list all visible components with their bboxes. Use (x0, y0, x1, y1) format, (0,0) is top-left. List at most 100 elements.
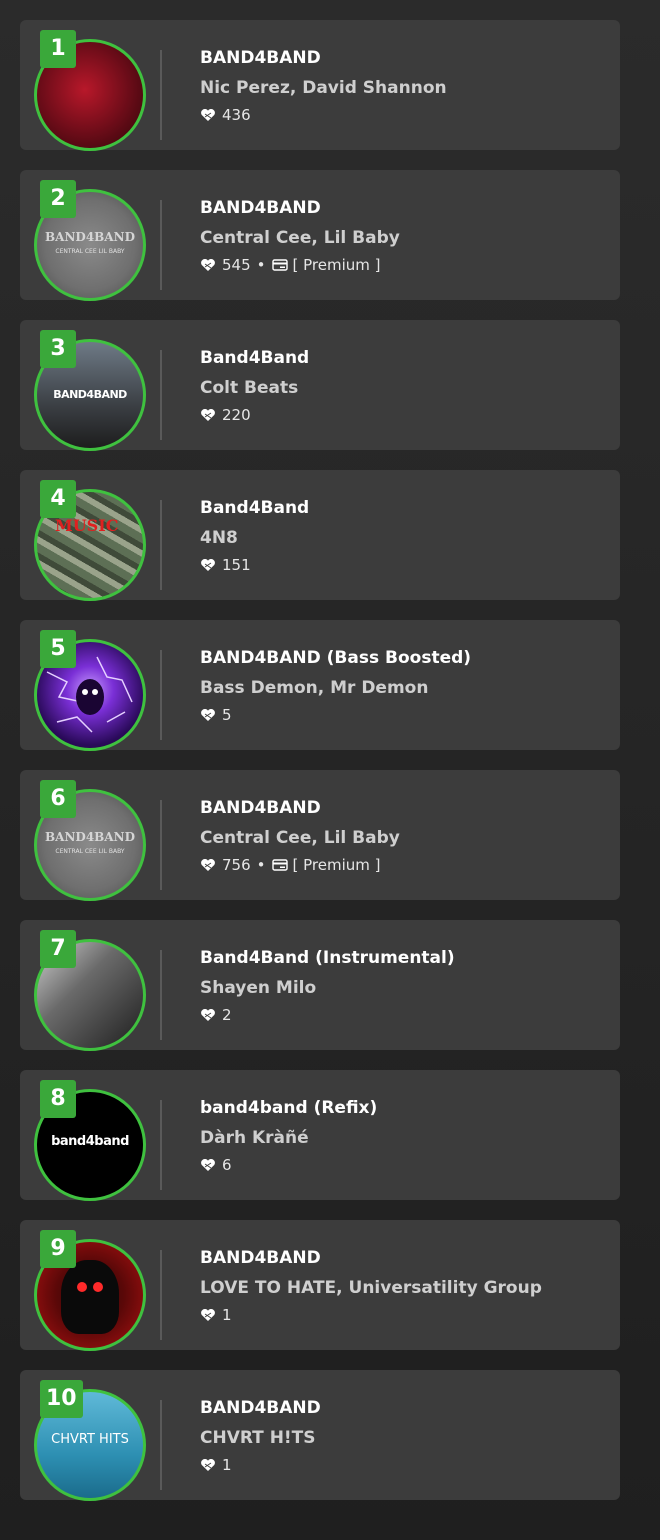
album-art-text: MUSIC (55, 516, 119, 535)
divider (160, 1250, 162, 1340)
card-icon (271, 859, 288, 871)
card-icon (271, 259, 288, 271)
likes-count: 756 (222, 856, 251, 874)
album-art-wrapper: BAND4BAND CENTRAL CEE LIL BABY 6 (34, 780, 146, 901)
track-info: BAND4BAND Nic Perez, David Shannon 436 (200, 47, 610, 125)
album-art-wrapper: 1 (34, 30, 146, 151)
rank-badge: 9 (40, 1230, 76, 1268)
heart-icon (201, 1459, 215, 1471)
likes-count: 151 (222, 556, 251, 574)
heart-icon (201, 1009, 215, 1021)
track-info: Band4Band Colt Beats 220 (200, 347, 610, 425)
track-artist[interactable]: Nic Perez, David Shannon (200, 77, 610, 99)
track-artist[interactable]: LOVE TO HATE, Universatility Group (200, 1277, 610, 1299)
heart-icon (201, 709, 215, 721)
track-artist[interactable]: Shayen Milo (200, 977, 610, 999)
track-meta: 2 (200, 1005, 610, 1025)
album-art-wrapper: CHVRT HITS 10 (34, 1380, 146, 1501)
track-meta: 1 (200, 1455, 610, 1475)
track-title[interactable]: Band4Band (200, 497, 610, 519)
heart-icon (201, 109, 215, 121)
divider (160, 1400, 162, 1490)
track-title[interactable]: BAND4BAND (200, 197, 610, 219)
track-title[interactable]: Band4Band (Instrumental) (200, 947, 610, 969)
rank-badge: 7 (40, 930, 76, 968)
track-title[interactable]: band4band (Refix) (200, 1097, 610, 1119)
likes-count: 6 (222, 1156, 232, 1174)
divider (160, 1100, 162, 1190)
album-art-wrapper: 5 (34, 630, 146, 751)
track-info: Band4Band (Instrumental) Shayen Milo 2 (200, 947, 610, 1025)
track-meta: 151 (200, 555, 610, 575)
track-card[interactable]: MUSIC 4 Band4Band 4N8 151 (20, 470, 620, 601)
likes-count: 1 (222, 1456, 232, 1474)
album-art-wrapper: 9 (34, 1230, 146, 1351)
track-title[interactable]: BAND4BAND (200, 797, 610, 819)
likes-count: 5 (222, 706, 232, 724)
heart-icon (201, 259, 215, 271)
track-info: BAND4BAND (Bass Boosted) Bass Demon, Mr … (200, 647, 610, 725)
divider (160, 950, 162, 1040)
track-list: 1 BAND4BAND Nic Perez, David Shannon 436… (20, 20, 620, 1520)
likes-count: 1 (222, 1306, 232, 1324)
track-info: Band4Band 4N8 151 (200, 497, 610, 575)
track-card[interactable]: 9 BAND4BAND LOVE TO HATE, Universatility… (20, 1220, 620, 1351)
track-card[interactable]: 5 BAND4BAND (Bass Boosted) Bass Demon, M… (20, 620, 620, 751)
track-card[interactable]: CHVRT HITS 10 BAND4BAND CHVRT H!TS 1 (20, 1370, 620, 1501)
album-art-figure (61, 1260, 119, 1334)
album-art-wrapper: BAND4BAND CENTRAL CEE LIL BABY 2 (34, 180, 146, 301)
separator-dot: • (256, 856, 266, 874)
album-art-eye (77, 1282, 87, 1292)
premium-label[interactable]: [ Premium ] (293, 855, 381, 875)
track-meta: 5 (200, 705, 610, 725)
divider (160, 200, 162, 290)
track-info: BAND4BAND Central Cee, Lil Baby 545 • [ … (200, 197, 610, 275)
track-card[interactable]: 1 BAND4BAND Nic Perez, David Shannon 436 (20, 20, 620, 151)
album-art-eye (93, 1282, 103, 1292)
heart-icon (201, 859, 215, 871)
track-card[interactable]: 7 Band4Band (Instrumental) Shayen Milo 2 (20, 920, 620, 1051)
track-info: BAND4BAND CHVRT H!TS 1 (200, 1397, 610, 1475)
track-artist[interactable]: CHVRT H!TS (200, 1427, 610, 1449)
album-art-subtext: CENTRAL CEE LIL BABY (55, 848, 125, 855)
divider (160, 800, 162, 890)
rank-badge: 4 (40, 480, 76, 518)
track-meta: 220 (200, 405, 610, 425)
heart-icon (201, 1309, 215, 1321)
album-art-wrapper: MUSIC 4 (34, 480, 146, 601)
track-artist[interactable]: Dàrh Kràñé (200, 1127, 610, 1149)
premium-label[interactable]: [ Premium ] (293, 255, 381, 275)
track-title[interactable]: BAND4BAND (Bass Boosted) (200, 647, 610, 669)
heart-icon (201, 1159, 215, 1171)
rank-badge: 6 (40, 780, 76, 818)
track-meta: 1 (200, 1305, 610, 1325)
track-artist[interactable]: Colt Beats (200, 377, 610, 399)
likes-count: 2 (222, 1006, 232, 1024)
divider (160, 50, 162, 140)
album-art-text: BAND4BAND (44, 230, 135, 244)
track-meta: 756 • [ Premium ] (200, 855, 610, 875)
track-artist[interactable]: Bass Demon, Mr Demon (200, 677, 610, 699)
album-art-text: CHVRT HITS (51, 1432, 129, 1447)
track-title[interactable]: BAND4BAND (200, 47, 610, 69)
album-art-text: band4band (51, 1134, 129, 1149)
divider (160, 650, 162, 740)
track-title[interactable]: BAND4BAND (200, 1397, 610, 1419)
track-info: BAND4BAND LOVE TO HATE, Universatility G… (200, 1247, 610, 1325)
track-artist[interactable]: 4N8 (200, 527, 610, 549)
rank-badge: 1 (40, 30, 76, 68)
track-artist[interactable]: Central Cee, Lil Baby (200, 227, 610, 249)
track-card[interactable]: BAND4BAND CENTRAL CEE LIL BABY 6 BAND4BA… (20, 770, 620, 901)
track-artist[interactable]: Central Cee, Lil Baby (200, 827, 610, 849)
track-card[interactable]: BAND4BAND CENTRAL CEE LIL BABY 2 BAND4BA… (20, 170, 620, 301)
track-title[interactable]: Band4Band (200, 347, 610, 369)
likes-count: 436 (222, 106, 251, 124)
track-card[interactable]: BAND4BAND 3 Band4Band Colt Beats 220 (20, 320, 620, 451)
likes-count: 220 (222, 406, 251, 424)
track-title[interactable]: BAND4BAND (200, 1247, 610, 1269)
track-card[interactable]: band4band 8 band4band (Refix) Dàrh Kràñé… (20, 1070, 620, 1201)
track-meta: 436 (200, 105, 610, 125)
album-art-wrapper: band4band 8 (34, 1080, 146, 1201)
heart-icon (201, 409, 215, 421)
separator-dot: • (256, 256, 266, 274)
